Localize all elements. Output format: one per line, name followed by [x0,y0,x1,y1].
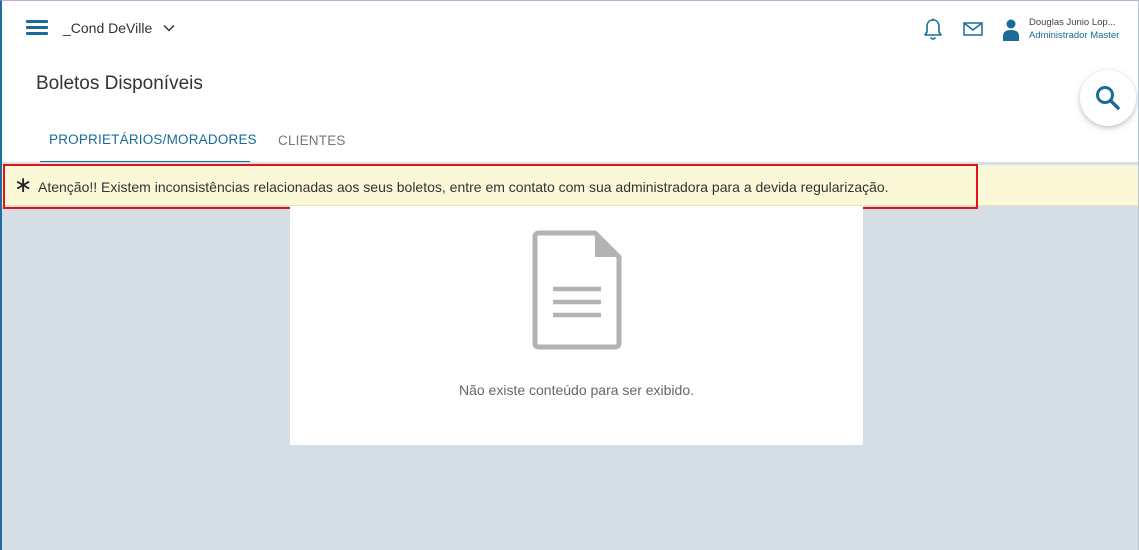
chevron-down-icon [163,24,175,32]
empty-state-message: Não existe conteúdo para ser exibido. [458,382,695,398]
user-icon[interactable] [1001,18,1021,42]
top-bar: _Cond DeVille Douglas Junio Lop... Admin… [2,1,1138,57]
page-title: Boletos Disponíveis [36,73,203,94]
empty-state-card: Não existe conteúdo para ser exibido. [290,206,863,445]
asterisk-icon: ∗ [14,172,33,197]
tab-clientes[interactable]: CLIENTES [269,117,355,163]
search-button[interactable] [1080,70,1136,126]
condo-selector[interactable]: _Cond DeVille [63,18,176,38]
user-info[interactable]: Douglas Junio Lop... Administrador Maste… [1029,17,1135,42]
bell-icon[interactable] [923,18,943,42]
document-icon [532,230,622,350]
tab-bar: PROPRIETÁRIOS/MORADORES CLIENTES [40,117,355,163]
app-window: _Cond DeVille Douglas Junio Lop... Admin… [0,0,1139,550]
search-icon [1096,86,1120,110]
tab-proprietarios-moradores[interactable]: PROPRIETÁRIOS/MORADORES [40,117,257,163]
menu-icon[interactable] [26,18,48,36]
user-name: Douglas Junio Lop... [1029,17,1116,28]
user-role: Administrador Master [1029,30,1120,41]
mail-icon[interactable] [962,18,984,40]
condo-name: _Cond DeVille [63,20,153,36]
alert-message: Atenção!! Existem inconsistências relaci… [38,179,889,195]
